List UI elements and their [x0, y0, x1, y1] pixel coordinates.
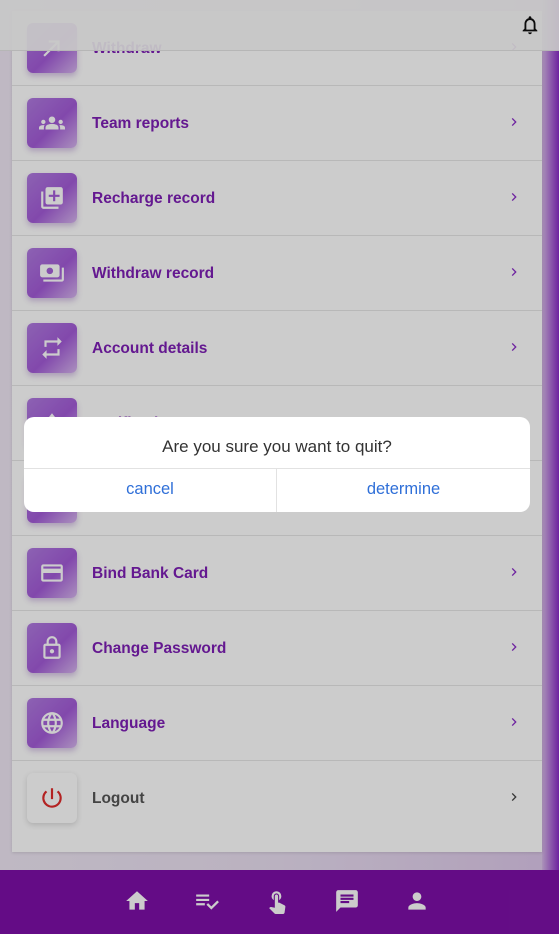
quit-confirm-dialog: Are you sure you want to quit? cancel de…	[24, 417, 530, 512]
cancel-button[interactable]: cancel	[24, 469, 277, 512]
dialog-message: Are you sure you want to quit?	[162, 437, 392, 456]
confirm-button[interactable]: determine	[277, 469, 530, 512]
